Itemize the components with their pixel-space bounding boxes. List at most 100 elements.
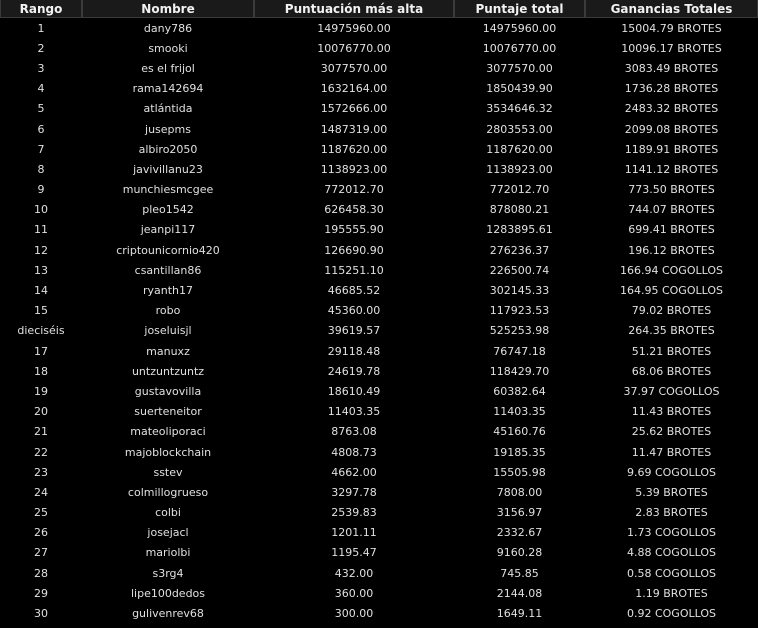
table-row: 15 robo 45360.00 117923.53 79.02 BROTES (0, 301, 758, 321)
player-name-cell: munchiesmcgee (122, 183, 214, 197)
rank-cell: 30 (34, 607, 48, 621)
high-score-cell: 1201.11 (331, 526, 377, 540)
earnings-cell: 25.62 BROTES (631, 425, 712, 439)
rank-cell: 22 (34, 445, 48, 459)
rank-cell: 4 (37, 82, 45, 96)
total-score-cell: 1283895.61 (486, 223, 553, 237)
total-score-cell: 14975960.00 (482, 21, 557, 35)
high-score-cell: 1195.47 (331, 546, 377, 560)
rank-cell: 15 (34, 304, 48, 318)
high-score-cell: 11403.35 (327, 405, 381, 419)
table-row: 27 mariolbi 1195.47 9160.28 4.88 COGOLLOS (0, 543, 758, 563)
high-score-cell: 1632164.00 (320, 82, 388, 96)
total-score-cell: 117923.53 (489, 304, 550, 318)
total-score-cell: 7808.00 (496, 485, 543, 499)
high-score-cell: 39619.57 (327, 324, 381, 338)
table-row: 5 atlántida 1572666.00 3534646.32 2483.32 BR… (0, 99, 758, 119)
table-row: 11 jeanpi117 195555.90 1283895.61 699.41 BRO… (0, 220, 758, 240)
high-score-cell: 195555.90 (324, 223, 384, 237)
high-score-cell: 126690.90 (324, 243, 384, 257)
earnings-cell: 196.12 BROTES (628, 243, 715, 257)
rank-cell: 17 (34, 344, 48, 358)
table-row: 2 smooki 10076770.00 10076770.00 10096.17 BR… (0, 38, 758, 58)
total-score-cell: 45160.76 (493, 425, 546, 439)
high-score-cell: 18610.49 (327, 384, 381, 398)
high-score-cell: 46685.52 (327, 284, 381, 298)
rank-cell: 7 (37, 142, 45, 156)
player-name-cell: josejacl (147, 526, 189, 540)
total-score-cell: 60382.64 (493, 384, 546, 398)
column-header-earnings: Ganancias Totales (585, 0, 758, 18)
high-score-cell: 3297.78 (331, 485, 377, 499)
table-row: 30 gulivenrev68 300.00 1649.11 0.92 COGOLLOS (0, 603, 758, 623)
total-score-cell: 76747.18 (493, 344, 546, 358)
earnings-cell: 51.21 BROTES (631, 344, 712, 358)
earnings-cell: 166.94 COGOLLOS (619, 263, 723, 277)
rank-cell: 14 (34, 284, 48, 298)
player-name-cell: colmillogrueso (127, 485, 209, 499)
rank-cell: 20 (34, 405, 48, 419)
high-score-cell: 2539.83 (331, 506, 377, 520)
rank-cell: 10 (34, 203, 48, 217)
earnings-cell: 4.88 COGOLLOS (626, 546, 716, 560)
high-score-cell: 29118.48 (327, 344, 381, 358)
high-score-cell: 1138923.00 (320, 162, 388, 176)
high-score-cell: 300.00 (334, 607, 374, 621)
high-score-cell: 3077570.00 (320, 61, 388, 75)
rank-cell: 19 (34, 384, 48, 398)
table-row: 20 suerteneitor 11403.35 11403.35 11.43 BROT… (0, 402, 758, 422)
player-name-cell: colbi (155, 506, 181, 520)
high-score-cell: 8763.08 (331, 425, 377, 439)
high-score-cell: 360.00 (334, 586, 374, 600)
column-header-rank: Rango (0, 0, 82, 18)
player-name-cell: joseluisjl (144, 324, 192, 338)
leaderboard-header: Rango Nombre Puntuación más alta Puntaje… (0, 0, 758, 18)
total-score-cell: 1850439.90 (486, 82, 553, 96)
total-score-cell: 772012.70 (489, 183, 550, 197)
total-score-cell: 19185.35 (493, 445, 546, 459)
rank-cell: 18 (34, 364, 48, 378)
rank-cell: 12 (34, 243, 48, 257)
total-score-cell: 3077570.00 (486, 61, 553, 75)
total-score-cell: 2144.08 (496, 586, 543, 600)
total-score-cell: 2803553.00 (486, 122, 553, 136)
table-row: 4 rama142694 1632164.00 1850439.90 1736.28 B… (0, 79, 758, 99)
rank-cell: 27 (34, 546, 48, 560)
earnings-cell: 1189.91 BROTES (624, 142, 719, 156)
earnings-cell: 15004.79 BROTES (621, 21, 722, 35)
player-name-cell: albiro2050 (138, 142, 198, 156)
leaderboard-table: Rango Nombre Puntuación más alta Puntaje… (0, 0, 758, 624)
rank-cell: 1 (37, 21, 45, 35)
rank-cell: 28 (34, 566, 48, 580)
table-row: 23 sstev 4662.00 15505.98 9.69 COGOLLOS (0, 462, 758, 482)
player-name-cell: mateoliporaci (130, 425, 206, 439)
high-score-cell: 1187620.00 (320, 142, 388, 156)
rank-cell: 11 (34, 223, 48, 237)
earnings-cell: 699.41 BROTES (628, 223, 715, 237)
player-name-cell: rama142694 (132, 82, 204, 96)
high-score-cell: 772012.70 (324, 183, 384, 197)
player-name-cell: es el frijol (141, 61, 195, 75)
player-name-cell: untzuntzuntz (131, 364, 205, 378)
earnings-cell: 79.02 BROTES (631, 304, 712, 318)
high-score-cell: 4808.73 (331, 445, 377, 459)
earnings-cell: 68.06 BROTES (631, 364, 712, 378)
total-score-cell: 3534646.32 (486, 102, 553, 116)
table-row: 21 mateoliporaci 8763.08 45160.76 25.62 BROT… (0, 422, 758, 442)
player-name-cell: smooki (148, 41, 188, 55)
rank-cell: 29 (34, 586, 48, 600)
player-name-cell: s3rg4 (152, 566, 184, 580)
table-row: 3 es el frijol 3077570.00 3077570.00 3083.49… (0, 58, 758, 78)
earnings-cell: 1736.28 BROTES (624, 82, 719, 96)
player-name-cell: gulivenrev68 (132, 607, 204, 621)
table-row: 10 pleo1542 626458.30 878080.21 744.07 BROTE… (0, 200, 758, 220)
rank-cell: 2 (37, 41, 45, 55)
column-header-total-score: Puntaje total (454, 0, 585, 18)
player-name-cell: criptounicornio420 (116, 243, 220, 257)
player-name-cell: javivillanu23 (133, 162, 203, 176)
table-row: 7 albiro2050 1187620.00 1187620.00 1189.91 B… (0, 139, 758, 159)
player-name-cell: jeanpi117 (140, 223, 196, 237)
rank-cell: 5 (37, 102, 45, 116)
table-row: 26 josejacl 1201.11 2332.67 1.73 COGOLLOS (0, 523, 758, 543)
high-score-cell: 1487319.00 (320, 122, 388, 136)
